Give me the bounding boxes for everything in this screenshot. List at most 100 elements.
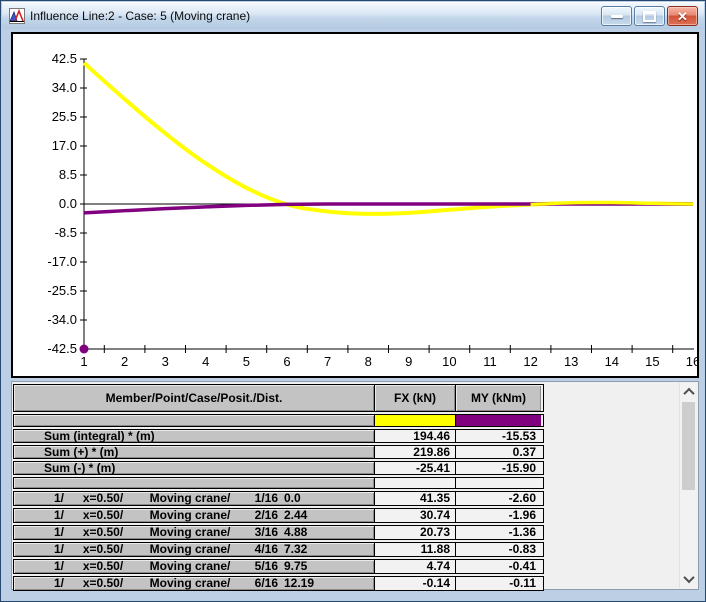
maximize-icon — [643, 10, 656, 22]
series-color-row[interactable] — [13, 414, 544, 427]
row-label-part: 1/ — [53, 526, 64, 539]
fx-value-cell[interactable]: 11.88 — [374, 543, 455, 556]
x-tick-label: 1 — [80, 354, 87, 369]
vertical-scrollbar[interactable] — [679, 383, 697, 588]
my-influence-curve — [83, 202, 693, 215]
fx-value-cell[interactable]: 30.74 — [374, 509, 455, 522]
table-row[interactable]: 1/x=0.50/Moving crane/4/16 7.32 11.88 -0.83 — [13, 542, 544, 557]
row-label-part: 2/16 — [254, 509, 278, 522]
row-label-part: Moving crane/ — [149, 560, 231, 573]
my-value-cell[interactable]: 0.37 — [455, 446, 541, 458]
sum-row[interactable]: Sum (-) * (m) -25.41 -15.90 — [13, 461, 544, 475]
my-value-cell[interactable]: -1.96 — [455, 509, 541, 522]
row-label-cell[interactable] — [14, 478, 374, 488]
y-tick-label: 42.5 — [52, 51, 77, 66]
my-value-cell[interactable]: -0.83 — [455, 543, 541, 556]
row-label-cell[interactable]: 1/x=0.50/Moving crane/3/16 4.88 — [14, 526, 374, 539]
my-value-cell[interactable]: -15.53 — [455, 430, 541, 442]
fx-value-cell[interactable]: 20.73 — [374, 526, 455, 539]
row-label-part: 2.44 — [284, 509, 308, 522]
column-header-fx[interactable]: FX (kN) — [374, 385, 455, 411]
fx-value-cell[interactable]: -0.14 — [374, 577, 455, 590]
row-label-part: Moving crane/ — [149, 526, 231, 539]
y-tick-label: 17.0 — [52, 138, 77, 153]
column-header-member[interactable]: Member/Point/Case/Posit./Dist. — [14, 385, 374, 411]
row-label-part: 1/ — [53, 509, 64, 522]
column-header-my[interactable]: MY (kNm) — [455, 385, 541, 411]
scrollbar-down-button[interactable] — [680, 571, 697, 587]
row-label-cell[interactable]: 1/x=0.50/Moving crane/1/16 0.0 — [14, 492, 374, 505]
my-value-cell[interactable]: -15.90 — [455, 462, 541, 474]
fx-color-swatch[interactable] — [374, 415, 455, 426]
row-label-part: x=0.50/ — [82, 577, 124, 590]
maximize-button[interactable] — [634, 6, 665, 26]
fx-value-cell[interactable]: 41.35 — [374, 492, 455, 505]
row-label-part: x=0.50/ — [82, 543, 124, 556]
table-header-row[interactable]: Member/Point/Case/Posit./Dist. FX (kN) MY … — [13, 384, 544, 412]
scrollbar-thumb[interactable] — [682, 402, 695, 490]
y-tick-label: 8.5 — [59, 167, 77, 182]
row-label-cell[interactable]: Sum (integral) * (m) — [14, 430, 374, 442]
sum-row[interactable]: Sum (integral) * (m) 194.46 -15.53 — [13, 429, 544, 443]
row-label-part: 4/16 — [254, 543, 278, 556]
series-color-label-cell[interactable] — [14, 415, 374, 426]
table-row[interactable]: 1/x=0.50/Moving crane/5/16 9.75 4.74 -0.41 — [13, 559, 544, 574]
x-tick-label: 16 — [686, 354, 697, 369]
y-tick-label: 25.5 — [52, 109, 77, 124]
x-tick-label: 15 — [645, 354, 659, 369]
row-label-part: Moving crane/ — [149, 509, 231, 522]
x-tick-label: 9 — [405, 354, 412, 369]
my-color-swatch[interactable] — [455, 415, 541, 426]
my-value-cell[interactable]: -0.41 — [455, 560, 541, 573]
fx-value-cell[interactable]: 219.86 — [374, 446, 455, 458]
row-label-part: 4.88 — [284, 526, 308, 539]
fx-value-cell[interactable]: 194.46 — [374, 430, 455, 442]
origin-marker — [79, 344, 89, 354]
row-label-part: x=0.50/ — [82, 509, 124, 522]
y-tick-label: -25.5 — [47, 283, 77, 298]
row-label-part: 3/16 — [254, 526, 278, 539]
y-tick-label: -34.0 — [47, 312, 77, 327]
minimize-button[interactable] — [601, 6, 632, 26]
my-value-cell[interactable] — [455, 478, 541, 488]
row-label-cell[interactable]: Sum (-) * (m) — [14, 462, 374, 474]
influence-line-window: Influence Line:2 - Case: 5 (Moving crane… — [0, 0, 706, 602]
row-label-cell[interactable]: 1/x=0.50/Moving crane/5/16 9.75 — [14, 560, 374, 573]
influence-line-chart: 42.5 34.0 25.5 17.0 8.5 0.0 -8.5 -17.0 -25.5 -34.… — [47, 51, 697, 369]
fx-value-cell[interactable]: -25.41 — [374, 462, 455, 474]
sum-row[interactable]: Sum (+) * (m) 219.86 0.37 — [13, 445, 544, 459]
row-label-cell[interactable]: Sum (+) * (m) — [14, 446, 374, 458]
row-label-cell[interactable]: 1/x=0.50/Moving crane/4/16 7.32 — [14, 543, 374, 556]
chevron-up-icon — [682, 387, 695, 400]
scrollbar-up-button[interactable] — [680, 384, 697, 400]
x-tick-label: 4 — [202, 354, 209, 369]
row-label-part: x=0.50/ — [82, 492, 124, 505]
row-label-cell[interactable]: 1/x=0.50/Moving crane/2/16 2.44 — [14, 509, 374, 522]
my-value-cell[interactable]: -0.11 — [455, 577, 541, 590]
fx-value-cell[interactable] — [374, 478, 455, 488]
x-tick-label: 7 — [324, 354, 331, 369]
row-label-part: x=0.50/ — [82, 560, 124, 573]
row-label-part: 7.32 — [284, 543, 308, 556]
y-tick-label: -17.0 — [47, 254, 77, 269]
fx-influence-curve-tail — [530, 201, 694, 207]
row-label-part: 6/16 — [254, 577, 278, 590]
x-tick-label: 12 — [523, 354, 537, 369]
fx-value-cell[interactable]: 4.74 — [374, 560, 455, 573]
table-row[interactable]: 1/x=0.50/Moving crane/2/16 2.44 30.74 -1.96 — [13, 508, 544, 523]
title-bar[interactable]: Influence Line:2 - Case: 5 (Moving crane… — [2, 2, 704, 29]
row-label-part: 0.0 — [284, 492, 301, 505]
row-label-part: 9.75 — [284, 560, 308, 573]
table-row[interactable]: 1/x=0.50/Moving crane/6/16 12.19 -0.14 -0.1… — [13, 576, 544, 591]
row-label-part: 1/ — [53, 492, 64, 505]
x-tick-label: 13 — [564, 354, 578, 369]
close-button[interactable]: ✕ — [667, 6, 698, 26]
fx-influence-curve — [82, 61, 694, 216]
spacer-row[interactable] — [13, 477, 544, 489]
my-value-cell[interactable]: -1.36 — [455, 526, 541, 539]
my-value-cell[interactable]: -2.60 — [455, 492, 541, 505]
y-tick-label: 0.0 — [59, 196, 77, 211]
table-row[interactable]: 1/x=0.50/Moving crane/1/16 0.0 41.35 -2.60 — [13, 491, 544, 506]
table-row[interactable]: 1/x=0.50/Moving crane/3/16 4.88 20.73 -1.36 — [13, 525, 544, 540]
row-label-cell[interactable]: 1/x=0.50/Moving crane/6/16 12.19 — [14, 577, 374, 590]
